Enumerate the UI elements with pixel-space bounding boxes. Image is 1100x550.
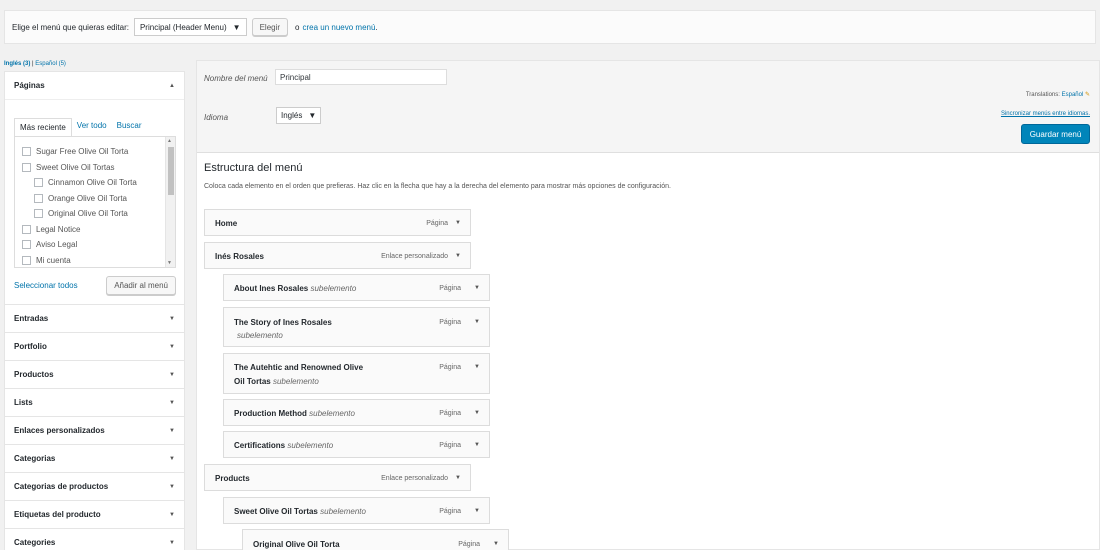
list-item[interactable]: Sweet Olive Oil Tortas [15,160,175,176]
caret-down-icon[interactable]: ▼ [474,442,480,448]
menu-select-prompt: Elige el menú que quieras editar: [12,22,129,32]
menu-settings-header: Nombre del menú Principal Idioma Inglés … [197,61,1099,153]
list-item[interactable]: Mi cuenta [15,253,175,268]
caret-down-icon[interactable]: ▼ [493,541,499,547]
chevron-down-icon: ▼ [169,511,175,518]
scrollbar-thumb[interactable] [168,147,174,195]
list-item[interactable]: Legal Notice [15,222,175,238]
sync-menus-link[interactable]: Sincronizar menús entre idiomas. [1001,111,1090,117]
caret-down-icon: ▼ [232,22,241,32]
caret-down-icon[interactable]: ▼ [455,220,461,226]
checkbox[interactable] [22,162,31,172]
save-menu-button[interactable]: Guardar menú [1021,124,1090,144]
menu-select[interactable]: Principal (Header Menu) ▼ [133,18,247,36]
lang-current[interactable]: Inglés (3) [4,61,30,67]
pages-box-footer: Seleccionar todos Añadir al menú [5,268,184,304]
tab-most-recent[interactable]: Más reciente [14,118,72,137]
caret-down-icon[interactable]: ▼ [474,410,480,416]
menu-select-bar: Elige el menú que quieras editar: Princi… [4,10,1096,44]
language-switcher: Inglés (3) | Español (5) [4,61,66,67]
caret-down-icon[interactable]: ▼ [474,508,480,514]
scroll-down-icon[interactable]: ▼ [167,260,172,266]
translation-link[interactable]: Español [1062,92,1084,98]
chevron-down-icon: ▼ [169,315,175,322]
accordion-entradas[interactable]: Entradas ▼ [4,305,185,333]
checkbox[interactable] [22,240,31,250]
checkbox[interactable] [22,147,31,157]
accordion-categories[interactable]: Categories ▼ [4,529,185,550]
list-item[interactable]: Cinnamon Olive Oil Torta [15,175,175,191]
menu-item-products[interactable]: Products Enlace personalizado ▼ [204,464,471,491]
chevron-down-icon: ▼ [169,399,175,406]
scrollbar[interactable]: ▲ ▼ [165,137,175,267]
list-item[interactable]: Aviso Legal [15,237,175,253]
accordion-portfolio[interactable]: Portfolio ▼ [4,333,185,361]
tab-view-all[interactable]: Ver todo [72,117,112,136]
menu-item-home[interactable]: Home Página ▼ [204,209,471,236]
checkbox[interactable] [22,255,31,265]
checkbox[interactable] [34,193,43,203]
accordion-product-categories[interactable]: Categorias de productos ▼ [4,473,185,501]
accordion-custom-links[interactable]: Enlaces personalizados ▼ [4,417,185,445]
pages-box-title: Páginas [14,81,45,90]
checkbox[interactable] [22,224,31,234]
accordion-categorias[interactable]: Categorias ▼ [4,445,185,473]
language-label: Idioma [204,113,229,122]
pencil-icon[interactable]: ✎ [1085,92,1090,98]
pages-box-header[interactable]: Páginas ▲ [5,72,184,100]
menu-edit-panel: Nombre del menú Principal Idioma Inglés … [196,60,1100,550]
chevron-down-icon: ▼ [169,343,175,350]
checkbox[interactable] [34,209,43,219]
accordion-lists[interactable]: Lists ▼ [4,389,185,417]
chevron-down-icon: ▼ [169,483,175,490]
or-text: o [295,22,300,32]
menu-item-sweet-tortas[interactable]: Sweet Olive Oil Tortas subelemento Págin… [223,497,490,524]
menu-item-certifications[interactable]: Certifications subelemento Página ▼ [223,431,490,458]
menu-item-original-torta[interactable]: Original Olive Oil Torta Página ▼ [242,529,509,550]
select-menu-button[interactable]: Elegir [251,18,289,36]
translations-info: Translations: Español ✎ [1025,92,1090,98]
menu-item-authentic[interactable]: The Autehtic and Renowned Olive Oil Tort… [223,353,490,394]
lang-other[interactable]: Español (5) [35,61,66,67]
select-all-link[interactable]: Seleccionar todos [14,281,78,290]
scroll-up-icon[interactable]: ▲ [167,138,172,144]
accordion-productos[interactable]: Productos ▼ [4,361,185,389]
caret-down-icon: ▼ [308,111,317,120]
caret-down-icon[interactable]: ▼ [474,364,480,370]
menu-name-label: Nombre del menú [204,74,268,83]
list-item[interactable]: Sugar Free Olive Oil Torta [15,144,175,160]
caret-down-icon[interactable]: ▼ [455,475,461,481]
pages-checklist: Sugar Free Olive Oil Torta Sweet Olive O… [14,136,176,268]
checkbox[interactable] [34,178,43,188]
list-item[interactable]: Original Olive Oil Torta [15,206,175,222]
accordion-product-tags[interactable]: Etiquetas del producto ▼ [4,501,185,529]
chevron-down-icon: ▼ [169,371,175,378]
chevron-down-icon: ▼ [169,427,175,434]
list-item[interactable]: Orange Olive Oil Torta [15,191,175,207]
language-select[interactable]: Inglés ▼ [276,107,322,124]
menu-select-value: Principal (Header Menu) [139,22,227,32]
add-items-column: Páginas ▲ Más reciente Ver todo Buscar S… [4,71,185,550]
menu-item-story[interactable]: The Story of Ines Rosales subelemento Pá… [223,307,490,347]
chevron-down-icon: ▼ [169,539,175,546]
structure-title: Estructura del menú [204,162,303,174]
menu-item-ines-rosales[interactable]: Inés Rosales Enlace personalizado ▼ [204,242,471,269]
caret-down-icon[interactable]: ▼ [455,253,461,259]
pages-box: Páginas ▲ Más reciente Ver todo Buscar S… [4,71,185,305]
pages-tabs: Más reciente Ver todo Buscar [14,117,176,137]
caret-down-icon[interactable]: ▼ [474,285,480,291]
chevron-up-icon[interactable]: ▲ [169,83,175,89]
chevron-down-icon: ▼ [169,455,175,462]
tab-search[interactable]: Buscar [112,117,147,136]
structure-description: Coloca cada elemento en el orden que pre… [204,183,671,190]
create-menu-link[interactable]: crea un nuevo menú [303,23,376,32]
add-to-menu-button[interactable]: Añadir al menú [106,276,176,295]
menu-item-production[interactable]: Production Method subelemento Página ▼ [223,399,490,426]
menu-item-about[interactable]: About Ines Rosales subelemento Página ▼ [223,274,490,301]
caret-down-icon[interactable]: ▼ [474,319,480,325]
menu-name-input[interactable]: Principal [275,69,447,85]
